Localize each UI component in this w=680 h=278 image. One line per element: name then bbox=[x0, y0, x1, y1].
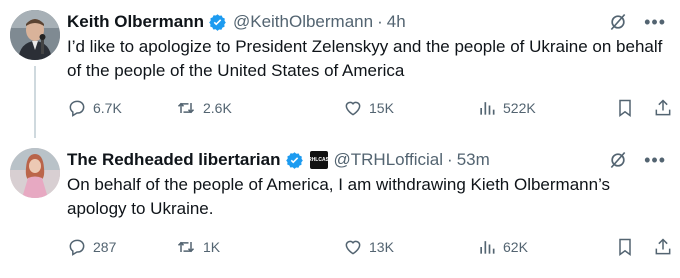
repost-icon bbox=[175, 237, 197, 257]
views-button[interactable]: 62K bbox=[477, 236, 528, 258]
avatar[interactable] bbox=[10, 10, 60, 60]
tweet-text: I’d like to apologize to President Zelen… bbox=[67, 37, 663, 80]
like-count: 15K bbox=[369, 100, 394, 116]
view-count: 522K bbox=[503, 100, 536, 116]
verified-badge-icon bbox=[208, 13, 227, 32]
display-name[interactable]: Keith Olbermann bbox=[67, 12, 204, 32]
reply-count: 6.7K bbox=[93, 100, 122, 116]
like-button[interactable]: 13K bbox=[343, 236, 394, 258]
reply-icon bbox=[67, 98, 87, 118]
repost-button[interactable]: 2.6K bbox=[175, 97, 232, 119]
handle[interactable]: @TRHLofficial bbox=[334, 150, 444, 170]
tweet-text: On behalf of the people of America, I am… bbox=[67, 175, 611, 218]
timestamp[interactable]: 4h bbox=[387, 12, 406, 32]
reply-icon bbox=[67, 237, 87, 257]
grok-icon[interactable] bbox=[608, 150, 628, 170]
more-icon[interactable]: ••• bbox=[644, 13, 666, 31]
bookmark-button[interactable] bbox=[615, 236, 635, 258]
handle[interactable]: @KeithOlbermann bbox=[233, 12, 373, 32]
timestamp[interactable]: 53m bbox=[457, 150, 490, 170]
share-icon bbox=[653, 237, 673, 257]
tweet-keith-olbermann[interactable]: Keith Olbermann @KeithOlbermann · 4h •••… bbox=[0, 0, 680, 138]
repost-count: 1K bbox=[203, 239, 221, 255]
separator-dot: · bbox=[447, 150, 453, 169]
bookmark-icon bbox=[615, 98, 635, 118]
grok-icon[interactable] bbox=[608, 12, 628, 32]
share-button[interactable] bbox=[653, 236, 673, 258]
avatar[interactable] bbox=[10, 148, 60, 198]
heart-icon bbox=[343, 98, 363, 118]
like-button[interactable]: 15K bbox=[343, 97, 394, 119]
reply-button[interactable]: 6.7K bbox=[67, 97, 122, 119]
separator-dot: · bbox=[377, 12, 383, 31]
verified-badge-icon bbox=[285, 151, 304, 170]
like-count: 13K bbox=[369, 239, 394, 255]
bookmark-button[interactable] bbox=[615, 97, 635, 119]
repost-count: 2.6K bbox=[203, 100, 232, 116]
tweet-top-actions: ••• bbox=[608, 150, 666, 170]
tweet-header: The Redheaded libertarian TRHLCAST @TRHL… bbox=[67, 148, 490, 172]
tweet-action-bar: 6.7K 2.6K 15K 522K bbox=[67, 97, 673, 119]
view-count: 62K bbox=[503, 239, 528, 255]
views-icon bbox=[477, 237, 497, 257]
views-button[interactable]: 522K bbox=[477, 97, 536, 119]
views-icon bbox=[477, 98, 497, 118]
thread-connector-line bbox=[34, 66, 36, 138]
share-button[interactable] bbox=[653, 97, 673, 119]
reply-count: 287 bbox=[93, 239, 117, 255]
affiliate-badge[interactable]: TRHLCAST bbox=[305, 151, 332, 169]
bookmark-icon bbox=[615, 237, 635, 257]
heart-icon bbox=[343, 237, 363, 257]
tweet-header: Keith Olbermann @KeithOlbermann · 4h bbox=[67, 10, 406, 34]
tweet-redheaded-libertarian[interactable]: The Redheaded libertarian TRHLCAST @TRHL… bbox=[0, 138, 680, 278]
repost-button[interactable]: 1K bbox=[175, 236, 220, 258]
more-icon[interactable]: ••• bbox=[644, 151, 666, 169]
reply-button[interactable]: 287 bbox=[67, 236, 116, 258]
display-name[interactable]: The Redheaded libertarian bbox=[67, 150, 281, 170]
share-icon bbox=[653, 98, 673, 118]
tweet-top-actions: ••• bbox=[608, 12, 666, 32]
repost-icon bbox=[175, 98, 197, 118]
tweet-action-bar: 287 1K 13K 62K bbox=[67, 236, 673, 258]
